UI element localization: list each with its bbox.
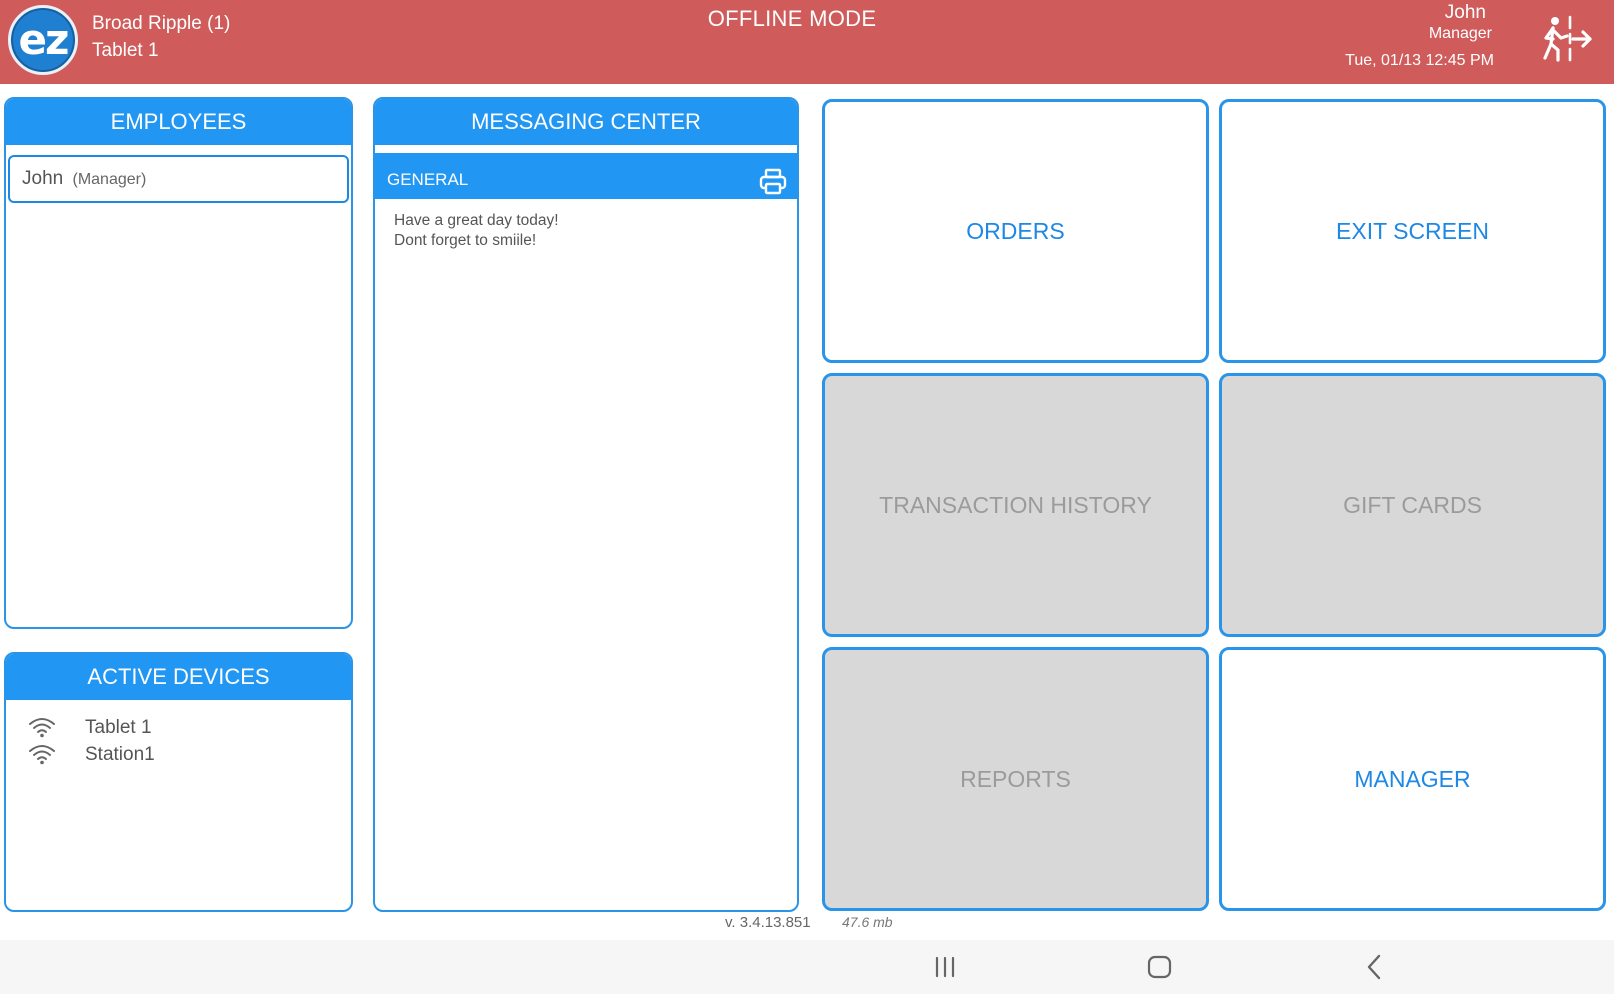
tile-label: GIFT CARDS (1343, 491, 1482, 518)
messaging-center-title: MESSAGING CENTER (375, 99, 797, 145)
device-name: Station1 (85, 744, 155, 765)
user-role: Manager (1428, 25, 1492, 42)
transaction-history-button[interactable]: TRANSACTION HISTORY (822, 373, 1209, 637)
tile-label: TRANSACTION HISTORY (879, 491, 1152, 518)
employee-role: (Manager) (72, 171, 147, 188)
printer-icon[interactable] (759, 165, 787, 195)
manager-button[interactable]: MANAGER (1219, 647, 1606, 911)
message-channel-label: GENERAL (387, 170, 469, 189)
system-nav-bar (0, 940, 1614, 994)
message-channel-header[interactable]: GENERAL (375, 145, 797, 199)
header-datetime: Tue, 01/13 12:45 PM (1345, 52, 1494, 69)
message-line: Have a great day today! (394, 212, 559, 229)
tile-label: ORDERS (966, 217, 1065, 244)
exit-running-man-icon[interactable] (1536, 14, 1594, 66)
tile-label: EXIT SCREEN (1336, 217, 1489, 244)
tile-label: REPORTS (960, 765, 1071, 792)
employees-panel: EMPLOYEES John (Manager) (4, 97, 353, 629)
wifi-icon (29, 718, 55, 738)
active-devices-panel: ACTIVE DEVICES Tablet 1 Station1 (4, 652, 353, 912)
employee-name: John (22, 168, 64, 189)
app-version: v. 3.4.13.851 (725, 914, 811, 931)
message-line: Dont forget to smiile! (394, 232, 537, 249)
tile-label: MANAGER (1354, 765, 1471, 792)
gift-cards-button[interactable]: GIFT CARDS (1219, 373, 1606, 637)
reports-button[interactable]: REPORTS (822, 647, 1209, 911)
active-devices-title: ACTIVE DEVICES (6, 654, 351, 700)
user-info: John Manager Tue, 01/13 12:45 PM (1345, 2, 1494, 71)
home-icon[interactable] (1145, 952, 1175, 982)
device-name: Tablet 1 (92, 40, 159, 61)
employees-title: EMPLOYEES (6, 99, 351, 145)
wifi-icon (29, 745, 55, 765)
messaging-center-panel: MESSAGING CENTER GENERAL Have a great da… (373, 97, 799, 912)
employee-item-john[interactable]: John (Manager) (8, 155, 349, 203)
user-name: John (1444, 2, 1486, 23)
header-bar: ez Broad Ripple (1) Tablet 1 OFFLINE MOD… (0, 0, 1614, 84)
orders-button[interactable]: ORDERS (822, 99, 1209, 363)
exit-screen-button[interactable]: EXIT SCREEN (1219, 99, 1606, 363)
recent-apps-icon[interactable] (930, 952, 960, 982)
memory-usage: 47.6 mb (842, 914, 893, 930)
device-name: Tablet 1 (85, 717, 152, 738)
back-icon[interactable] (1360, 952, 1390, 982)
